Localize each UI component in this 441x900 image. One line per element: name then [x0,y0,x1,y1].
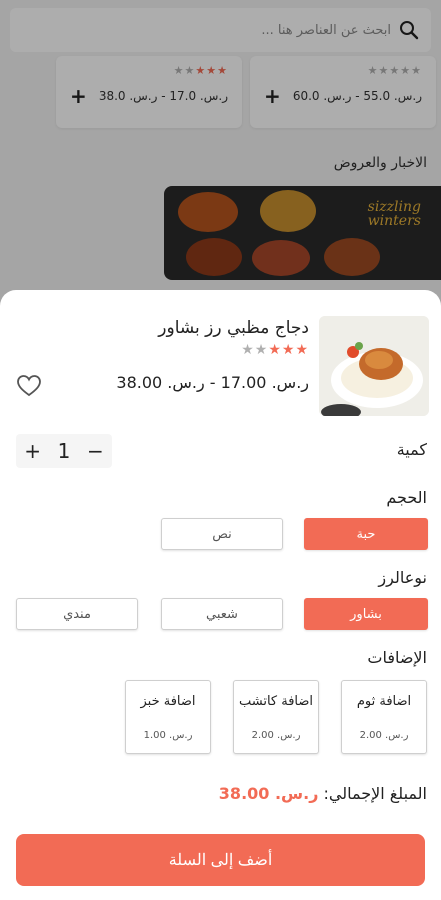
rice-type-label: نوعالرز [378,568,427,587]
addon-option[interactable]: اضافة كاتشب ر.س. 2.00 [233,680,319,754]
star-icon: ★ [254,342,269,358]
star-icon: ★ [281,342,296,358]
size-label: الحجم [386,488,427,507]
addon-name: اضافة كاتشب [238,694,314,709]
star-icon: ★ [268,342,282,358]
increase-button[interactable]: + [24,439,41,463]
size-option[interactable]: حبة [304,518,428,550]
addon-price: ر.س. 1.00 [143,730,193,741]
rice-type-option[interactable]: شعبي [161,598,283,630]
product-name: دجاج مظبي رز بشاور [158,318,309,338]
size-option[interactable]: نص [161,518,283,550]
addons-label: الإضافات [367,648,427,667]
quantity-stepper: + 1 − [16,434,112,468]
total-amount: المبلغ الإجمالي: ر.س. 38.00 [219,784,427,803]
rice-type-option[interactable]: بشاور [304,598,428,630]
addon-price: ر.س. 2.00 [251,730,301,741]
heart-icon[interactable] [16,374,42,402]
product-rating-stars: ★★★★★ [241,342,309,358]
addon-option[interactable]: اضافة خبز ر.س. 1.00 [125,680,211,754]
addon-name: اضافة ثوم [356,694,412,709]
addon-price: ر.س. 2.00 [359,730,409,741]
rice-type-option[interactable]: مندي [16,598,138,630]
addon-option[interactable]: اضافة ثوم ر.س. 2.00 [341,680,427,754]
star-icon: ★ [241,342,255,358]
total-label: المبلغ الإجمالي: [323,784,427,803]
product-price: ر.س. 17.00 - ر.س. 38.00 [116,373,309,392]
quantity-value: 1 [57,439,71,463]
star-icon: ★ [295,342,309,358]
product-image [319,316,429,416]
decrease-button[interactable]: − [87,439,104,463]
product-options-sheet: دجاج مظبي رز بشاور ★★★★★ ر.س. 17.00 - ر.… [0,290,441,900]
total-value: ر.س. 38.00 [218,784,319,803]
addon-name: اضافة خبز [140,694,196,709]
quantity-label: كمية [396,440,427,459]
add-to-cart-button[interactable]: أضف إلى السلة [16,834,425,886]
